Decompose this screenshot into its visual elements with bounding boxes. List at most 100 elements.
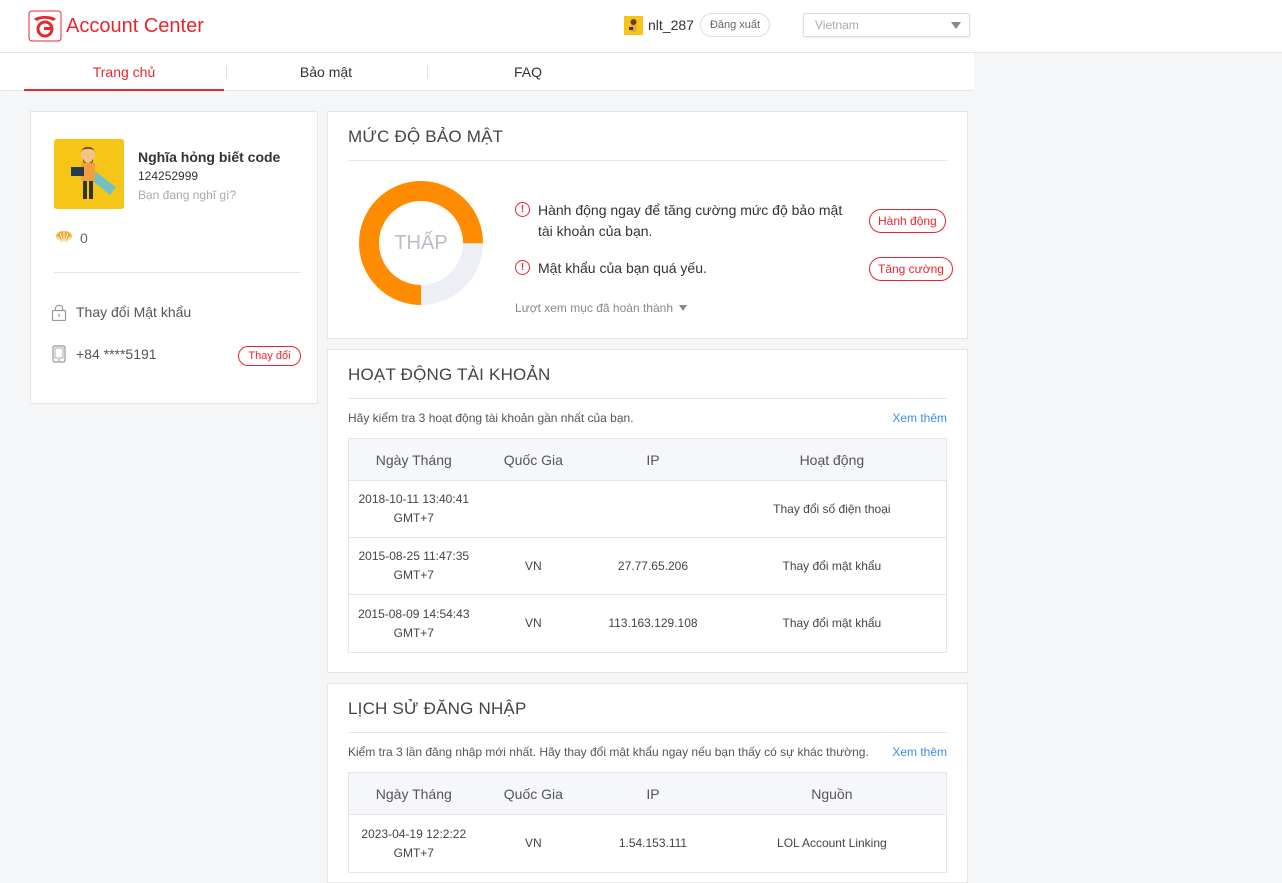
action-cell: Thay đổi số điện thoại bbox=[773, 501, 891, 516]
top-header: Account Center nlt_287 Đăng xuất Vietnam bbox=[0, 0, 1282, 53]
avatar[interactable] bbox=[54, 139, 124, 209]
ip-cell bbox=[588, 481, 718, 537]
date-cell: 2018-10-11 13:40:41 GMT+7 bbox=[349, 481, 479, 537]
change-password-label: Thay đổi Mật khẩu bbox=[76, 304, 192, 320]
username[interactable]: nlt_287 bbox=[648, 17, 694, 33]
date-text: 2023-04-19 12:2:22 bbox=[361, 826, 467, 841]
alert-text: Mật khẩu của bạn quá yếu. bbox=[538, 260, 707, 276]
country-cell: VN bbox=[525, 836, 542, 850]
source-cell: LOL Account Linking bbox=[777, 836, 887, 850]
column-header: Ngày Tháng bbox=[375, 785, 452, 802]
table-row: 2023-04-19 12:2:22 GMT+7 VN 1.54.153.111… bbox=[349, 815, 946, 872]
alert-text: Hành động ngay để tăng cường mức độ bảo … bbox=[538, 200, 842, 242]
divider bbox=[348, 732, 947, 733]
logo[interactable]: Account Center bbox=[28, 10, 204, 42]
column-header: IP bbox=[646, 451, 660, 468]
phone-icon bbox=[52, 345, 66, 363]
activity-title: HOẠT ĐỘNG TÀI KHOẢN bbox=[348, 365, 551, 384]
avatar-icon bbox=[624, 15, 643, 35]
view-completed-label: Lượt xem mục đã hoàn thành bbox=[515, 301, 673, 315]
login-history-card: LỊCH SỬ ĐĂNG NHẬP Kiểm tra 3 lần đăng nh… bbox=[327, 683, 968, 883]
phone-number: +84 ****5191 bbox=[76, 346, 157, 362]
column-header: Quốc Gia bbox=[503, 451, 563, 468]
date-text: 2015-08-09 14:54:43 bbox=[358, 606, 470, 621]
login-history-title: LỊCH SỬ ĐĂNG NHẬP bbox=[348, 699, 527, 718]
phone-row: +84 ****5191 bbox=[51, 345, 157, 363]
table-row: 2018-10-11 13:40:41 GMT+7 Thay đổi số đi… bbox=[349, 481, 946, 538]
view-completed-toggle[interactable]: Lượt xem mục đã hoàn thành bbox=[515, 301, 687, 315]
timezone-text: GMT+7 bbox=[393, 511, 434, 525]
activity-table: Ngày Tháng Quốc Gia IP Hoạt động 2018-10… bbox=[348, 438, 947, 653]
user-avatar[interactable] bbox=[624, 15, 643, 35]
table-row: 2015-08-09 14:54:43 GMT+7 VN 113.163.129… bbox=[349, 595, 946, 652]
main-nav: Trang chủ Bảo mật FAQ bbox=[0, 53, 974, 91]
avatar-image-icon bbox=[54, 139, 124, 209]
tab-home[interactable]: Trang chủ bbox=[24, 53, 224, 91]
table-header: Ngày Tháng Quốc Gia IP Hoạt động bbox=[349, 439, 946, 481]
timezone-text: GMT+7 bbox=[393, 568, 434, 582]
column-header: IP bbox=[646, 785, 660, 802]
date-text: 2015-08-25 11:47:35 bbox=[358, 549, 470, 563]
lock-icon bbox=[51, 304, 67, 321]
alert-item: ! Hành động ngay để tăng cường mức độ bả… bbox=[515, 200, 842, 242]
change-phone-button[interactable]: Thay đổi bbox=[238, 346, 301, 366]
alert-item: ! Mật khẩu của bạn quá yếu. bbox=[515, 258, 707, 279]
login-history-subtitle: Kiểm tra 3 lần đăng nhập mới nhất. Hãy t… bbox=[348, 745, 869, 759]
account-activity-card: HOẠT ĐỘNG TÀI KHOẢN Hãy kiểm tra 3 hoạt … bbox=[327, 349, 968, 673]
alert-line: Hành động ngay để tăng cường mức độ bảo … bbox=[538, 202, 843, 218]
app-title: Account Center bbox=[66, 14, 204, 37]
table-row: 2015-08-25 11:47:35 GMT+7 VN 27.77.65.20… bbox=[349, 538, 946, 595]
profile-uid: 124252999 bbox=[138, 169, 199, 183]
garena-logo-icon bbox=[28, 10, 62, 42]
change-password-link[interactable]: Thay đổi Mật khẩu bbox=[51, 303, 191, 321]
activity-see-more-link[interactable]: Xem thêm bbox=[892, 411, 947, 425]
profile-card: Nghĩa hỏng biết code 124252999 Bạn đang … bbox=[30, 111, 318, 404]
alert-line: tài khoản của bạn. bbox=[538, 223, 653, 239]
tab-security[interactable]: Bảo mật bbox=[226, 53, 426, 91]
divider bbox=[54, 272, 301, 273]
status-input[interactable]: Bạn đang nghĩ gì? bbox=[138, 188, 236, 202]
country-cell: VN bbox=[525, 558, 542, 573]
table-header: Ngày Tháng Quốc Gia IP Nguồn bbox=[349, 773, 946, 815]
warning-icon: ! bbox=[515, 202, 530, 217]
logout-button[interactable]: Đăng xuất bbox=[699, 13, 771, 37]
action-cell: Thay đổi mật khẩu bbox=[782, 558, 882, 573]
date-cell: 2015-08-25 11:47:35 GMT+7 bbox=[349, 538, 479, 594]
ip-cell: 1.54.153.111 bbox=[618, 836, 688, 850]
tab-faq[interactable]: FAQ bbox=[428, 53, 628, 91]
country-cell bbox=[479, 481, 589, 537]
profile-name: Nghĩa hỏng biết code bbox=[138, 149, 281, 165]
chevron-down-icon bbox=[951, 22, 961, 29]
region-select[interactable]: Vietnam bbox=[803, 13, 970, 37]
column-header: Quốc Gia bbox=[503, 785, 563, 802]
date-cell: 2015-08-09 14:54:43 GMT+7 bbox=[349, 595, 479, 652]
security-level-label: THẤP bbox=[394, 231, 448, 254]
shells-count: 0 bbox=[80, 230, 88, 246]
timezone-text: GMT+7 bbox=[393, 625, 434, 640]
security-title: MỨC ĐỘ BẢO MẬT bbox=[348, 127, 504, 146]
divider bbox=[348, 398, 947, 399]
caret-down-icon bbox=[679, 305, 687, 311]
action-now-button[interactable]: Hành động bbox=[869, 209, 946, 233]
login-see-more-link[interactable]: Xem thêm bbox=[892, 745, 947, 759]
shell-icon bbox=[56, 231, 72, 246]
ip-cell: 27.77.65.206 bbox=[617, 558, 688, 573]
activity-subtitle: Hãy kiểm tra 3 hoạt động tài khoản gần n… bbox=[348, 411, 634, 425]
column-header: Hoạt động bbox=[799, 451, 865, 468]
date-cell: 2023-04-19 12:2:22 GMT+7 bbox=[349, 815, 479, 872]
ip-cell: 113.163.129.108 bbox=[608, 616, 698, 630]
warning-icon: ! bbox=[515, 260, 530, 275]
date-text: 2018-10-11 13:40:41 bbox=[358, 492, 470, 506]
region-value: Vietnam bbox=[815, 18, 859, 32]
action-cell: Thay đổi mật khẩu bbox=[782, 616, 882, 630]
divider bbox=[348, 160, 947, 161]
user-box: nlt_287 Đăng xuất bbox=[624, 13, 771, 37]
security-level-card: MỨC ĐỘ BẢO MẬT THẤP ! Hành động ngay để … bbox=[327, 111, 968, 339]
column-header: Ngày Tháng bbox=[375, 451, 452, 468]
timezone-text: GMT+7 bbox=[393, 845, 434, 860]
shells-balance: 0 bbox=[54, 230, 88, 246]
strengthen-button[interactable]: Tăng cường bbox=[869, 257, 953, 281]
login-history-table: Ngày Tháng Quốc Gia IP Nguồn 2023-04-19 … bbox=[348, 772, 947, 873]
country-cell: VN bbox=[525, 616, 542, 630]
column-header: Nguồn bbox=[811, 785, 853, 802]
